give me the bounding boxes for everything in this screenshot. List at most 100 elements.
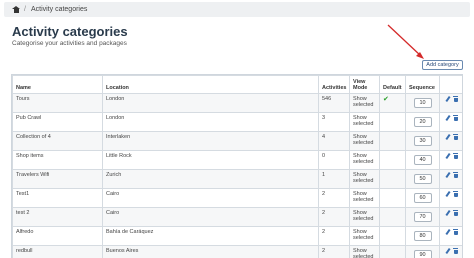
cell-view-mode: Show selected xyxy=(349,112,380,132)
trash-icon[interactable] xyxy=(453,172,458,178)
cell-activities: 2 xyxy=(318,245,350,258)
cell-view-mode: Show selected xyxy=(349,245,380,258)
trash-icon[interactable] xyxy=(453,96,458,102)
header-sequence[interactable]: Sequence xyxy=(405,75,440,94)
cell-name: redbull xyxy=(12,245,103,258)
pencil-icon[interactable] xyxy=(446,115,451,121)
cell-name: test 2 xyxy=(12,207,103,227)
cell-name: Shop items xyxy=(12,150,103,170)
table-row: redbull Buenos Aires 2 Show selected 90 xyxy=(12,245,462,258)
page-subtitle: Categorise your activities and packages xyxy=(12,40,127,47)
cell-actions xyxy=(439,188,462,208)
trash-icon[interactable] xyxy=(453,153,458,159)
cell-activities: 4 xyxy=(318,131,350,151)
table-header-row: Name Location Activities View Mode Defau… xyxy=(12,75,462,94)
cell-view-mode: Show selected xyxy=(349,93,380,113)
cell-actions xyxy=(439,226,462,246)
cell-activities: 546 xyxy=(318,93,350,113)
cell-default xyxy=(379,207,406,227)
cell-sequence: 30 xyxy=(405,131,440,151)
trash-icon[interactable] xyxy=(453,191,458,197)
cell-activities: 2 xyxy=(318,207,350,227)
trash-icon[interactable] xyxy=(453,210,458,216)
cell-sequence: 10 xyxy=(405,93,440,113)
header-view-mode[interactable]: View Mode xyxy=(349,75,380,94)
header-default[interactable]: Default xyxy=(379,75,406,94)
header-activities[interactable]: Activities xyxy=(318,75,350,94)
trash-icon[interactable] xyxy=(453,248,458,254)
cell-default xyxy=(379,112,406,132)
sequence-input[interactable]: 30 xyxy=(413,136,432,146)
pencil-icon[interactable] xyxy=(446,172,451,178)
cell-sequence: 40 xyxy=(405,150,440,170)
cell-location: Zurich xyxy=(102,169,319,189)
trash-icon[interactable] xyxy=(453,229,458,235)
sequence-input[interactable]: 40 xyxy=(413,155,432,165)
sequence-input[interactable]: 70 xyxy=(413,212,432,222)
cell-view-mode: Show selected xyxy=(349,131,380,151)
cell-activities: 2 xyxy=(318,188,350,208)
breadcrumb-separator: / xyxy=(24,6,26,13)
sequence-input[interactable]: 10 xyxy=(413,98,432,108)
cell-default xyxy=(379,188,406,208)
sequence-input[interactable]: 50 xyxy=(413,174,432,184)
sequence-input[interactable]: 90 xyxy=(413,250,432,258)
cell-name: Alfredo xyxy=(12,226,103,246)
cell-sequence: 60 xyxy=(405,188,440,208)
pencil-icon[interactable] xyxy=(446,96,451,102)
cell-sequence: 90 xyxy=(405,245,440,258)
checkmark-icon: ✔ xyxy=(383,96,389,103)
header-location[interactable]: Location xyxy=(102,75,319,94)
cell-name: Test1 xyxy=(12,188,103,208)
cell-location: Cairo xyxy=(102,188,319,208)
cell-name: Collection of 4 xyxy=(12,131,103,151)
cell-activities: 1 xyxy=(318,169,350,189)
pencil-icon[interactable] xyxy=(446,210,451,216)
cell-location: Little Rock xyxy=(102,150,319,170)
pencil-icon[interactable] xyxy=(446,248,451,254)
table-row: Tours London 546 Show selected ✔ 10 xyxy=(12,93,462,113)
header-actions xyxy=(439,75,462,94)
cell-location: London xyxy=(102,93,319,113)
header-name[interactable]: Name xyxy=(12,75,103,94)
pencil-icon[interactable] xyxy=(446,153,451,159)
pencil-icon[interactable] xyxy=(446,191,451,197)
cell-name: Travelers Wifi xyxy=(12,169,103,189)
cell-location: Bahía de Caráquez xyxy=(102,226,319,246)
cell-view-mode: Show selected xyxy=(349,207,380,227)
sequence-input[interactable]: 20 xyxy=(413,117,432,127)
cell-default xyxy=(379,169,406,189)
table-row: Pub Crawl London 3 Show selected 20 xyxy=(12,112,462,132)
cell-actions xyxy=(439,207,462,227)
cell-default xyxy=(379,150,406,170)
cell-actions xyxy=(439,112,462,132)
annotation-arrow-icon xyxy=(387,24,424,59)
pencil-icon[interactable] xyxy=(446,134,451,140)
cell-name: Tours xyxy=(12,93,103,113)
cell-sequence: 20 xyxy=(405,112,440,132)
cell-sequence: 70 xyxy=(405,207,440,227)
cell-view-mode: Show selected xyxy=(349,169,380,189)
table-row: Alfredo Bahía de Caráquez 2 Show selected 80 xyxy=(12,226,462,246)
cell-sequence: 80 xyxy=(405,226,440,246)
cell-actions xyxy=(439,131,462,151)
cell-sequence: 50 xyxy=(405,169,440,189)
breadcrumb-current: Activity categories xyxy=(30,6,88,13)
add-category-button[interactable]: Add category xyxy=(422,60,463,70)
cell-actions xyxy=(439,93,462,113)
cell-location: London xyxy=(102,112,319,132)
sequence-input[interactable]: 60 xyxy=(413,193,432,203)
trash-icon[interactable] xyxy=(453,115,458,121)
cell-location: Interlaken xyxy=(102,131,319,151)
sequence-input[interactable]: 80 xyxy=(413,231,432,241)
cell-view-mode: Show selected xyxy=(349,150,380,170)
cell-actions xyxy=(439,245,462,258)
cell-default xyxy=(379,226,406,246)
cell-name: Pub Crawl xyxy=(12,112,103,132)
cell-actions xyxy=(439,169,462,189)
pencil-icon[interactable] xyxy=(446,229,451,235)
trash-icon[interactable] xyxy=(453,134,458,140)
home-icon[interactable] xyxy=(12,6,20,13)
table-row: Shop items Little Rock 0 Show selected 40 xyxy=(12,150,462,170)
cell-view-mode: Show selected xyxy=(349,226,380,246)
